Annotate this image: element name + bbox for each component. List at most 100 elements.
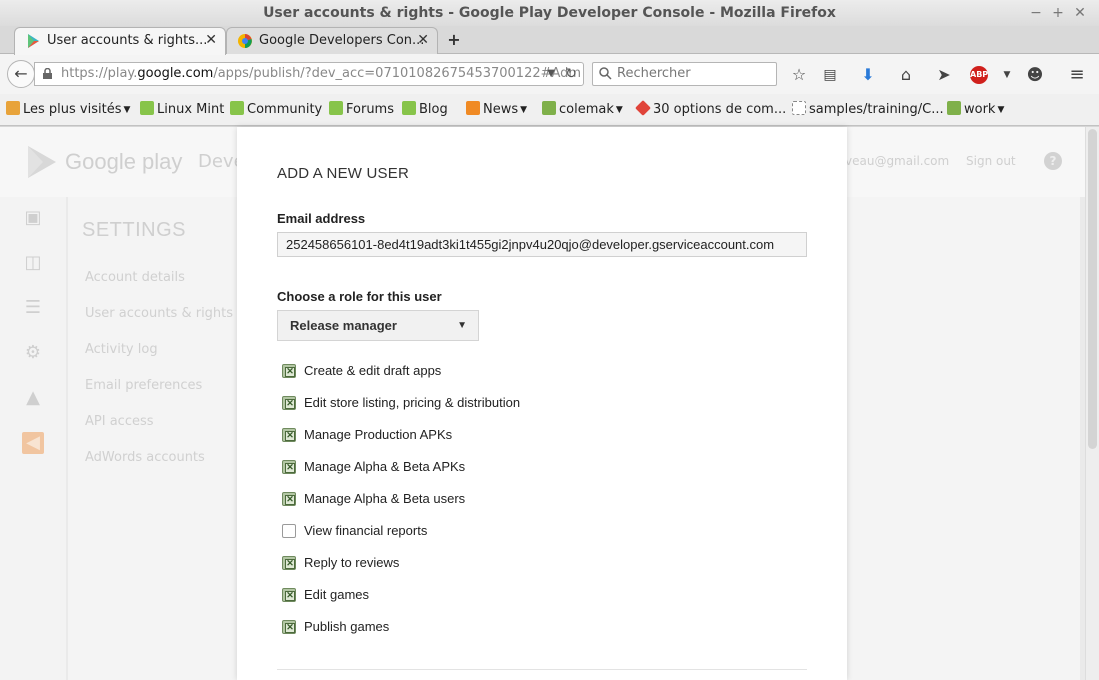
mint-icon (230, 101, 244, 115)
mint-icon (402, 101, 416, 115)
checkbox[interactable] (282, 428, 296, 442)
tab-google-developers[interactable]: Google Developers Con... ✕ (226, 27, 438, 54)
bookmarks-bar: Les plus visités ▼ Linux Mint Community F… (0, 94, 1099, 126)
settings-nav-adwords[interactable]: AdWords accounts (85, 450, 205, 465)
bookmark-blog[interactable]: Blog (402, 101, 448, 119)
tab-label: Google Developers Con... (259, 33, 425, 48)
bookmark-linux-mint[interactable]: Linux Mint (140, 101, 224, 119)
maximize-button[interactable]: + (1048, 3, 1068, 23)
back-arrow-icon: ← (14, 64, 28, 83)
adblock-dropdown-icon[interactable]: ▼ (996, 64, 1018, 86)
gamepad-icon[interactable]: ◫ (22, 252, 44, 274)
settings-nav-user-accounts[interactable]: User accounts & rights (85, 306, 233, 321)
checkbox[interactable] (282, 556, 296, 570)
bookmark-samples-training[interactable]: samples/training/C... (792, 101, 944, 119)
reading-list-icon[interactable]: ▤ (819, 64, 841, 86)
role-select[interactable]: Release manager ▼ (277, 310, 479, 341)
folder-icon (542, 101, 556, 115)
left-nav: ▣ ◫ ☰ ⚙ ▲ ◀ (0, 197, 66, 680)
google-developers-icon (238, 34, 252, 48)
window-titlebar: User accounts & rights - Google Play Dev… (0, 0, 1099, 26)
new-tab-button[interactable]: + (444, 30, 464, 49)
google-play-logo-icon (28, 146, 56, 178)
minimize-button[interactable]: − (1026, 3, 1046, 23)
checkbox[interactable] (282, 492, 296, 506)
permission-label: Create & edit draft apps (304, 363, 442, 378)
permission-label: View financial reports (304, 523, 428, 538)
scrollbar-thumb[interactable] (1088, 129, 1097, 449)
permission-label: Reply to reviews (304, 555, 400, 570)
bookmark-forums[interactable]: Forums (329, 101, 394, 119)
email-label: Email address (277, 211, 366, 226)
checkbox[interactable] (282, 364, 296, 378)
tab-bar: User accounts & rights... ✕ Google Devel… (0, 26, 1099, 55)
folder-icon (947, 101, 961, 115)
checkbox[interactable] (282, 524, 296, 538)
dialog-title: ADD A NEW USER (277, 165, 409, 182)
google-play-icon (28, 34, 39, 48)
warning-icon[interactable]: ▲ (22, 387, 44, 409)
menu-icon[interactable]: ≡ (1066, 64, 1088, 86)
mint-icon (140, 101, 154, 115)
role-selected-value: Release manager (290, 318, 397, 333)
settings-nav-account-details[interactable]: Account details (85, 270, 185, 285)
close-tab-icon[interactable]: ✕ (417, 28, 429, 53)
home-icon[interactable]: ⌂ (895, 64, 917, 86)
search-placeholder: Rechercher (617, 66, 691, 81)
window-title: User accounts & rights - Google Play Dev… (263, 5, 836, 21)
send-icon[interactable]: ➤ (933, 64, 955, 86)
lock-icon (43, 68, 52, 79)
announcement-icon[interactable]: ◀ (22, 432, 44, 454)
tab-user-accounts[interactable]: User accounts & rights... ✕ (14, 27, 226, 55)
role-label: Choose a role for this user (277, 289, 442, 304)
bookmark-star-icon[interactable]: ☆ (788, 64, 810, 86)
bookmark-colemak[interactable]: colemak ▼ (542, 101, 623, 119)
android-icon[interactable]: ▣ (22, 207, 44, 229)
settings-nav-email-preferences[interactable]: Email preferences (85, 378, 202, 393)
gear-icon[interactable]: ⚙ (22, 342, 44, 364)
downloads-icon[interactable]: ⬇ (857, 64, 879, 86)
url-text: https://play.google.com/apps/publish/?de… (61, 66, 582, 81)
settings-nav-activity-log[interactable]: Activity log (85, 342, 158, 357)
git-icon (635, 100, 651, 116)
sign-out-link[interactable]: Sign out (966, 154, 1016, 168)
settings-nav-api-access[interactable]: API access (85, 414, 154, 429)
database-icon[interactable]: ☰ (22, 297, 44, 319)
url-dropdown-icon[interactable]: ▼ (547, 63, 555, 85)
permission-label: Manage Alpha & Beta APKs (304, 459, 466, 474)
bookmark-community[interactable]: Community (230, 101, 322, 119)
rss-icon (466, 101, 480, 115)
account-email: veau@gmail.com (845, 154, 950, 168)
permission-label: Publish games (304, 619, 390, 634)
adblock-icon[interactable]: ABP (970, 66, 988, 84)
permission-label: Manage Production APKs (304, 427, 453, 442)
page-icon (792, 101, 806, 115)
search-icon (599, 67, 612, 80)
back-button[interactable]: ← (7, 60, 35, 88)
url-bar[interactable]: https://play.google.com/apps/publish/?de… (34, 62, 584, 86)
navigation-toolbar: https://play.google.com/apps/publish/?de… (0, 54, 1099, 94)
checkbox[interactable] (282, 460, 296, 474)
checkbox[interactable] (282, 620, 296, 634)
close-tab-icon[interactable]: ✕ (205, 28, 217, 53)
permission-label: Manage Alpha & Beta users (304, 491, 466, 506)
permission-label: Edit store listing, pricing & distributi… (304, 395, 521, 410)
page-scrollbar[interactable] (1085, 127, 1099, 680)
bookmark-work[interactable]: work ▼ (947, 101, 1004, 119)
close-window-button[interactable]: ✕ (1070, 3, 1090, 23)
search-input[interactable]: Rechercher (592, 62, 777, 86)
chat-icon[interactable]: ☻ (1024, 64, 1046, 86)
email-field[interactable]: 252458656101-8ed4t19adt3ki1t455gi2jnpv4u… (277, 232, 807, 257)
chevron-down-icon: ▼ (457, 320, 467, 331)
dialog-divider (277, 669, 807, 670)
bookmark-news[interactable]: News ▼ (466, 101, 527, 119)
bookmark-30-options[interactable]: 30 options de com... (635, 100, 786, 119)
settings-title: SETTINGS (82, 219, 187, 241)
checkbox[interactable] (282, 396, 296, 410)
help-icon[interactable]: ? (1044, 152, 1062, 170)
bookmark-les-plus-visites[interactable]: Les plus visités ▼ (6, 101, 130, 119)
permission-label: Edit games (304, 587, 370, 602)
checkbox[interactable] (282, 588, 296, 602)
reload-icon[interactable]: ↻ (565, 63, 577, 85)
folder-icon (6, 101, 20, 115)
